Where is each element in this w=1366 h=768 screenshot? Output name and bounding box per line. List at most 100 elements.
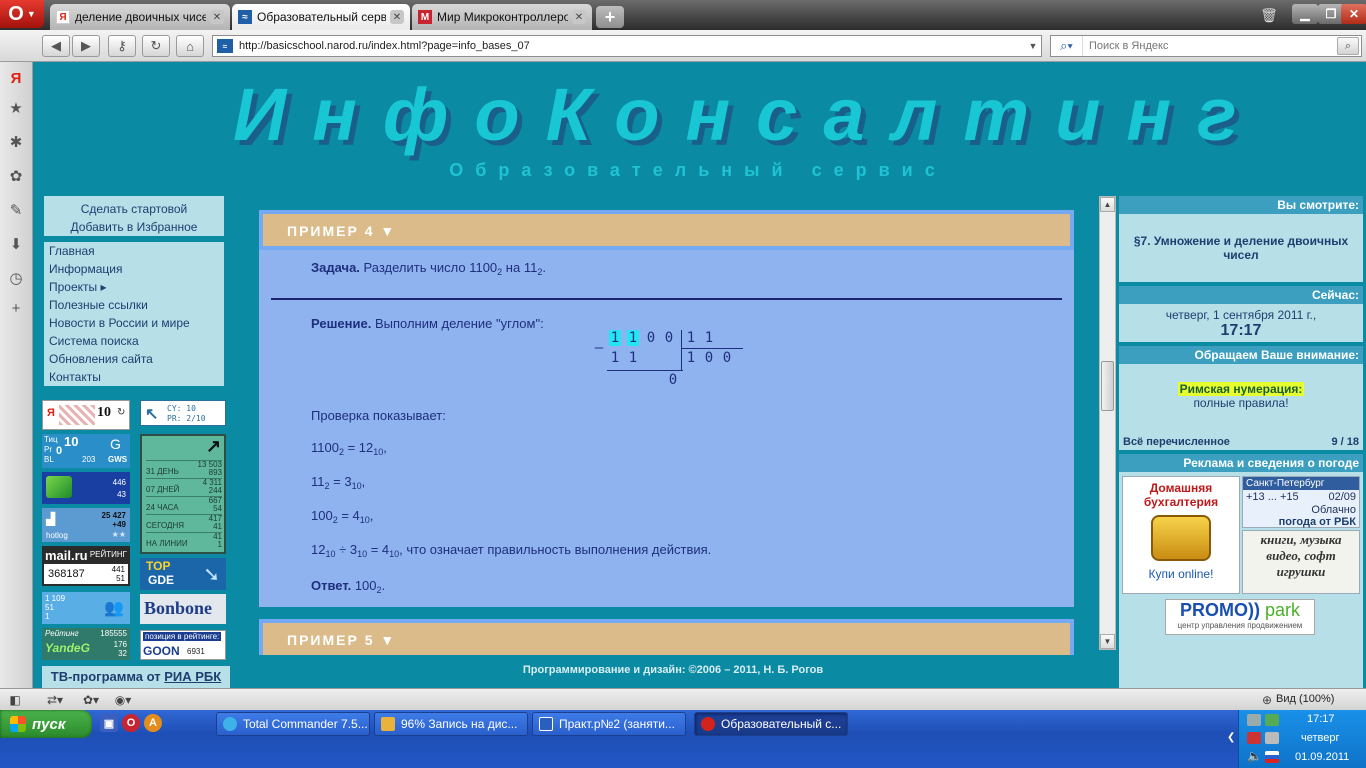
reload-button[interactable]: ↻ — [142, 35, 170, 57]
history-icon[interactable]: ◷ — [6, 268, 26, 288]
quicklaunch-icon[interactable]: ▣ — [100, 714, 118, 732]
panel-toggle-icon[interactable]: ◧ — [4, 692, 26, 708]
close-window-button[interactable]: ✕ — [1341, 4, 1366, 24]
menu-item-search[interactable]: Система поиска — [49, 332, 219, 350]
attention-subtext[interactable]: полные правила! — [1119, 396, 1363, 410]
task-word-document[interactable]: Практ.р№2 (заняти... — [532, 712, 686, 736]
menu-item-info[interactable]: Информация — [49, 260, 219, 278]
task-total-commander[interactable]: Total Commander 7.5... — [216, 712, 370, 736]
wand-button[interactable]: ⚷ — [108, 35, 136, 57]
chevron-down-icon[interactable]: ▼ — [1025, 41, 1041, 51]
check-eq: = 3 — [329, 474, 352, 489]
unite-icon[interactable]: ✿▾ — [80, 692, 102, 708]
search-icon[interactable]: ⌕ — [1337, 37, 1359, 55]
home-button[interactable]: ⌂ — [176, 35, 204, 57]
avast-icon[interactable]: A — [144, 714, 162, 732]
url-text[interactable]: http://basicschool.narod.ru/index.html?p… — [239, 40, 1025, 52]
unite-icon[interactable]: ✿ — [6, 166, 26, 186]
zoom-level[interactable]: Вид (100%) — [1276, 693, 1334, 705]
tic-counter[interactable]: Тиц Pr BL 10 0 203 GWS G — [42, 434, 130, 468]
mailru-counter[interactable]: mail.ru РЕЙТИНГ 368187 441 51 — [42, 546, 130, 586]
weather-widget[interactable]: Санкт-Петербург +13 ... +15 02/09 Облачн… — [1242, 476, 1360, 528]
task-disc-burning[interactable]: 96% Запись на дис... — [374, 712, 528, 736]
menu-item-contacts[interactable]: Контакты — [49, 368, 219, 386]
menu-item-news[interactable]: Новости в России и мире — [49, 314, 219, 332]
example-4-title[interactable]: ПРИМЕР 4 ▼ — [263, 214, 1070, 246]
tab-strip: O ▼ Я деление двоичных чисе... ✕ ≈ Образо… — [0, 0, 1366, 30]
add-to-favorites-link[interactable]: Добавить в Избранное — [44, 218, 224, 236]
turbo-icon[interactable]: ◉▾ — [112, 692, 134, 708]
tv-link[interactable]: РИА РБК — [164, 669, 221, 684]
example-5-header[interactable]: ПРИМЕР 5 ▼ — [259, 619, 1074, 655]
new-tab-button[interactable]: + — [596, 6, 624, 28]
mailru-rating-label: РЕЙТИНГ — [89, 550, 127, 559]
accounting-ad[interactable]: Домашняя бухгалтерия Купи online! — [1122, 476, 1240, 594]
close-icon[interactable]: ✕ — [572, 10, 586, 24]
tab-binary-division[interactable]: Я деление двоичных чисе... ✕ — [50, 4, 230, 30]
yandeg-counter[interactable]: Рейтинг 185555 YandeG 176 32 — [42, 628, 130, 660]
address-bar[interactable]: ≈ http://basicschool.narod.ru/index.html… — [212, 35, 1042, 57]
roman-numerals-link[interactable]: Римская нумерация: — [1177, 382, 1305, 396]
minimize-button[interactable]: ▁ — [1292, 4, 1318, 24]
viewing-text[interactable]: §7. Умножение и деление двоичных чисел — [1119, 214, 1363, 262]
task-opera-browser[interactable]: Образовательный с... — [694, 712, 848, 736]
scroll-thumb[interactable] — [1101, 361, 1114, 411]
tray-app-icon[interactable] — [1265, 714, 1279, 726]
close-icon[interactable]: ✕ — [390, 10, 404, 24]
weather-source[interactable]: погода от РБК — [1243, 516, 1359, 528]
tray-app-icon[interactable] — [1265, 732, 1279, 744]
bookmarks-icon[interactable]: ★ — [6, 98, 26, 118]
menu-item-home[interactable]: Главная — [49, 242, 219, 260]
li-row-label: 07 ДНЕЙ — [146, 485, 180, 494]
hotlog-value-b: +49 — [112, 520, 126, 529]
promopark-banner[interactable]: PROMO)) park центр управления продвижени… — [1165, 599, 1315, 635]
search-input[interactable] — [1083, 40, 1337, 52]
tray-time[interactable]: 17:17 — [1307, 713, 1335, 725]
network-icon[interactable] — [1247, 714, 1261, 726]
content-scrollbar[interactable]: ▲ ▼ — [1099, 196, 1116, 650]
zoom-icon[interactable]: ⊕ — [1256, 692, 1278, 708]
chevron-left-icon[interactable]: ❮ — [1227, 732, 1235, 743]
liveinternet-counter[interactable]: ↗ 31 ДЕНЬ 13 503 893 07 ДНЕЙ 4 311 244 24 … — [140, 434, 226, 554]
forward-button[interactable]: ▶ — [72, 35, 100, 57]
widgets-icon[interactable]: ✱ — [6, 132, 26, 152]
trash-icon[interactable]: 🗑 — [1258, 4, 1280, 26]
tab-microcontrollers[interactable]: M Мир Микроконтроллеро... ✕ — [412, 4, 592, 30]
opera-menu-button[interactable]: O ▼ — [0, 0, 44, 28]
menu-item-updates[interactable]: Обновления сайта — [49, 350, 219, 368]
tab-educational-service[interactable]: ≈ Образовательный серв... ✕ — [232, 4, 410, 30]
topgde-counter[interactable]: TOP GDE ➘ — [140, 558, 226, 590]
rambler-counter[interactable]: 446 43 — [42, 472, 130, 504]
windows-taskbar: пуск ▣ O A Total Commander 7.5... 96% За… — [0, 710, 1366, 768]
scroll-down-icon[interactable]: ▼ — [1100, 634, 1115, 649]
yandex-icon[interactable]: Я — [6, 68, 26, 88]
add-panel-icon[interactable]: + — [6, 298, 26, 318]
search-box[interactable]: ⌕▾ ⌕ — [1050, 35, 1362, 57]
make-start-page-link[interactable]: Сделать стартовой — [44, 200, 224, 218]
goon-counter[interactable]: позиция в рейтинге: GOON 6931 — [140, 630, 226, 660]
search-engine-icon[interactable]: ⌕▾ — [1051, 36, 1083, 56]
tray-app-icon[interactable] — [1247, 732, 1261, 744]
menu-item-links[interactable]: Полезные ссылки — [49, 296, 219, 314]
downloads-icon[interactable]: ⬇ — [6, 234, 26, 254]
volume-icon[interactable]: 🔈 — [1247, 749, 1262, 763]
start-button[interactable]: пуск — [0, 710, 92, 738]
cy-pr-counter[interactable]: ↖ CY: 10 PR: 2/10 — [140, 400, 226, 426]
language-flag-icon[interactable] — [1265, 751, 1279, 763]
example-4-header[interactable]: ПРИМЕР 4 ▼ — [259, 210, 1074, 250]
notes-icon[interactable]: ✎ — [6, 200, 26, 220]
example-5-title[interactable]: ПРИМЕР 5 ▼ — [263, 623, 1070, 655]
sync-icon[interactable]: ⇄▾ — [44, 692, 66, 708]
tv-program-link[interactable]: ТВ-программа от РИА РБК — [42, 666, 230, 688]
opera-icon[interactable]: O — [122, 714, 140, 732]
bonbone-counter[interactable]: Bonbone — [140, 594, 226, 624]
scroll-up-icon[interactable]: ▲ — [1100, 197, 1115, 212]
books-ad[interactable]: книги, музыка видео, софт игрушки — [1242, 530, 1360, 594]
close-icon[interactable]: ✕ — [210, 10, 224, 24]
yandex-counter[interactable]: Я 10 ↻ — [42, 400, 130, 430]
back-button[interactable]: ◀ — [42, 35, 70, 57]
menu-item-projects[interactable]: Проекты ▸ — [49, 278, 219, 296]
hotlog-counter[interactable]: ▟ 25 427 +49 hotlog ★★ — [42, 508, 130, 542]
bluebar-counter[interactable]: 1 109 51 1 👥 — [42, 592, 130, 624]
all-listed-link[interactable]: Всё перечисленное — [1123, 436, 1230, 448]
